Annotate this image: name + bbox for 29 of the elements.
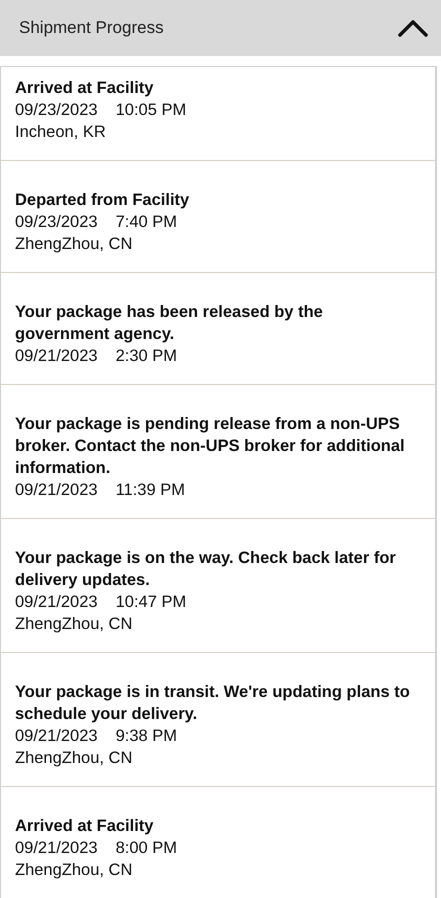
event-time: 10:05 PM [116,100,186,121]
event-date: 09/21/2023 [15,838,98,859]
event-status: Your package has been released by the government agency. [15,302,324,345]
event-date: 09/23/2023 [15,212,98,233]
event-location: ZhengZhou, CN [15,748,134,769]
event-time: 11:39 PM [116,480,185,501]
event-status: Your package is in transit. We're updating plans to schedule your delivery. [15,682,411,725]
chevron-icon[interactable] [397,18,429,38]
event-status: Your package is on the way. Check back later for delivery updates. [15,548,397,591]
event-time: 2:30 PM [116,346,178,367]
section-header[interactable]: Shipment Progress [0,0,441,56]
section-title: Shipment Progress [19,18,164,38]
event-date: 09/23/2023 [15,100,98,121]
event-date: 09/21/2023 [15,346,98,367]
event-time: 7:40 PM [116,212,178,233]
event-time: 9:38 PM [116,726,178,747]
event-time: 8:00 PM [116,838,178,859]
event-status: Your package is pending release from a non-UPS broker. Contact the non-UPS broker for additional information. [15,414,406,479]
event-date: 09/21/2023 [15,592,98,613]
event-status: Arrived at Facility [15,816,154,837]
event-location: ZhengZhou, CN [15,234,134,255]
event-date: 09/21/2023 [15,726,98,747]
event-status: Arrived at Facility [15,78,154,99]
event-time: 10:47 PM [116,592,186,613]
event-location: ZhengZhou, CN [15,614,134,635]
event-date: 09/21/2023 [15,480,98,501]
event-status: Departed from Facility [15,190,190,211]
event-location: Incheon, KR [15,122,107,143]
event-location: ZhengZhou, CN [15,860,134,881]
